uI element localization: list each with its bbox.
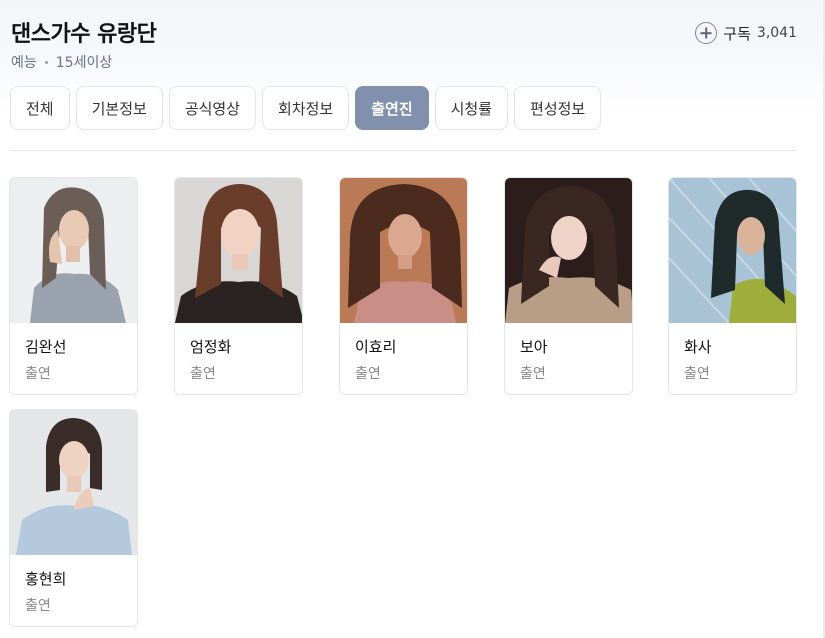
genre-label: 예능 xyxy=(11,55,37,71)
cast-card[interactable]: 이효리 출연 xyxy=(339,177,468,395)
separator-dot xyxy=(44,60,48,64)
cast-role: 출연 xyxy=(25,366,51,382)
cast-role: 출연 xyxy=(520,366,546,382)
page-title: 댄스가수 유랑단 xyxy=(11,22,157,47)
subscribe-button[interactable]: 구독 3,041 xyxy=(695,22,797,44)
cast-name: 김완선 xyxy=(25,338,67,356)
program-meta: 예능 15세이상 xyxy=(11,52,112,72)
tab-all[interactable]: 전체 xyxy=(10,86,70,130)
cast-role: 출연 xyxy=(25,598,51,614)
subscribe-label: 구독 xyxy=(723,24,751,43)
cast-role: 출연 xyxy=(355,366,381,382)
cast-name: 화사 xyxy=(684,338,712,356)
tab-episodes[interactable]: 회차정보 xyxy=(262,86,350,130)
page: 댄스가수 유랑단 예능 15세이상 구독 3,041 전체 기본정보 공식영상 … xyxy=(0,0,825,638)
cast-name: 엄정화 xyxy=(190,338,232,356)
cast-photo xyxy=(340,178,467,323)
cast-photo xyxy=(175,178,302,323)
subscriber-count: 3,041 xyxy=(756,25,797,41)
tab-basic-info[interactable]: 기본정보 xyxy=(75,86,163,130)
cast-name: 보아 xyxy=(520,338,548,356)
cast-photo xyxy=(10,410,137,555)
tab-official-videos[interactable]: 공식영상 xyxy=(168,86,257,130)
cast-photo xyxy=(505,178,632,323)
cast-card[interactable]: 홍현희 출연 xyxy=(9,409,138,627)
plus-circle-icon xyxy=(695,22,718,44)
tab-ratings[interactable]: 시청률 xyxy=(434,86,509,130)
cast-card[interactable]: 엄정화 출연 xyxy=(174,177,303,395)
tab-schedule[interactable]: 편성정보 xyxy=(514,86,602,130)
cast-card[interactable]: 보아 출연 xyxy=(504,177,633,395)
cast-photo xyxy=(669,178,796,323)
cast-card[interactable]: 김완선 출연 xyxy=(9,177,138,395)
rating-label: 15세이상 xyxy=(55,55,113,71)
cast-name: 이효리 xyxy=(355,338,397,356)
cast-role: 출연 xyxy=(684,366,710,382)
cast-role: 출연 xyxy=(190,366,216,382)
tab-bar: 전체 기본정보 공식영상 회차정보 출연진 시청률 편성정보 xyxy=(10,86,602,130)
tab-cast[interactable]: 출연진 xyxy=(355,86,429,130)
cast-card[interactable]: 화사 출연 xyxy=(668,177,797,395)
cast-photo xyxy=(10,178,137,323)
divider xyxy=(10,150,796,151)
cast-name: 홍현희 xyxy=(25,570,67,588)
